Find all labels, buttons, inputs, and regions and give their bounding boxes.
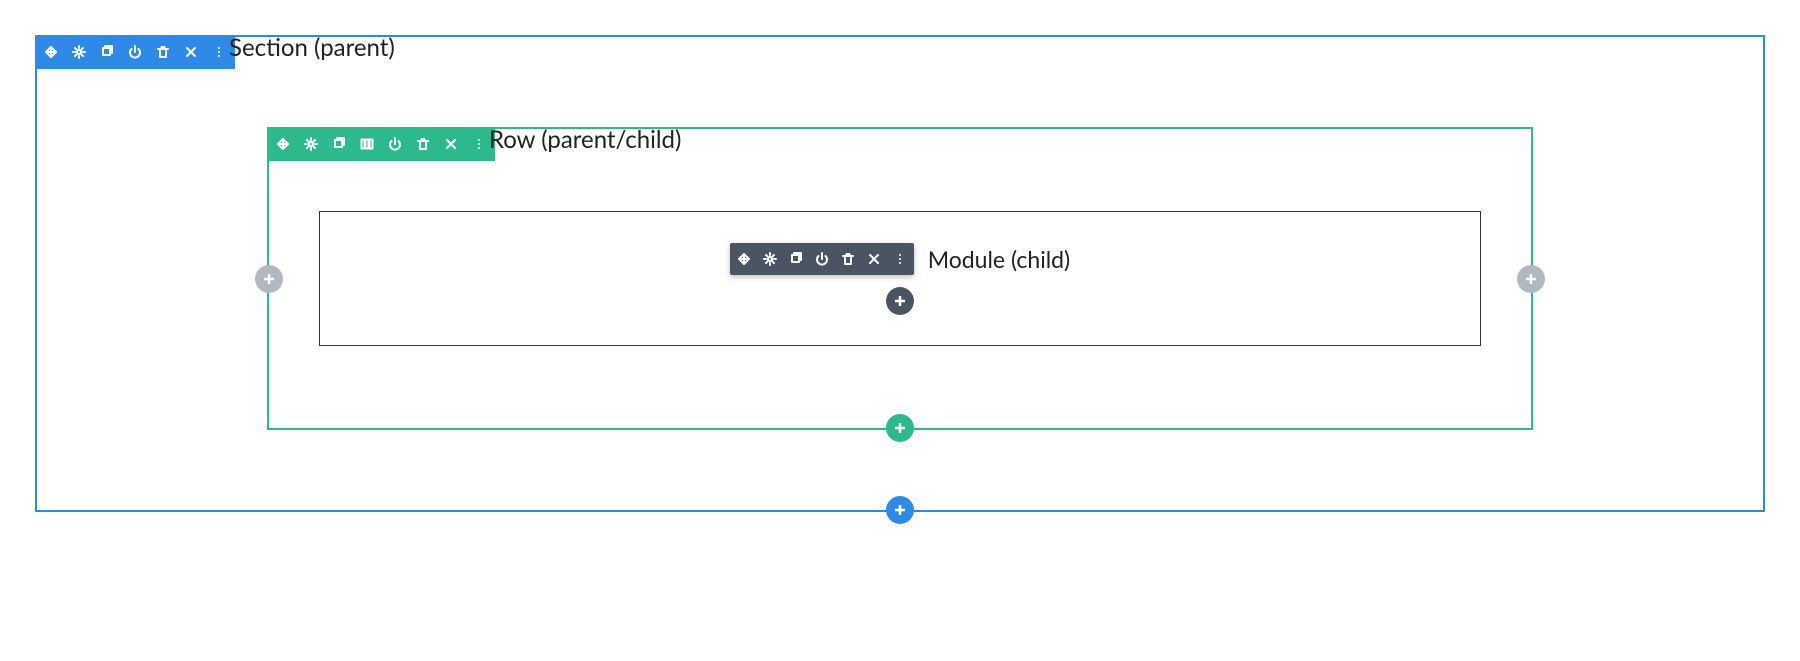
row-container: Row (parent/child) Module (child)	[267, 127, 1533, 430]
module-toolbar	[730, 243, 914, 275]
settings-icon[interactable]	[762, 251, 778, 267]
power-icon[interactable]	[387, 136, 403, 152]
power-icon[interactable]	[127, 44, 143, 60]
add-column-left-button[interactable]	[255, 265, 283, 293]
module-header: Module (child)	[730, 243, 1070, 275]
settings-icon[interactable]	[71, 44, 87, 60]
module-label: Module (child)	[928, 245, 1070, 273]
close-icon[interactable]	[866, 251, 882, 267]
columns-icon[interactable]	[359, 136, 375, 152]
duplicate-icon[interactable]	[788, 251, 804, 267]
power-icon[interactable]	[814, 251, 830, 267]
add-column-right-button[interactable]	[1517, 265, 1545, 293]
duplicate-icon[interactable]	[99, 44, 115, 60]
section-label: Section (parent)	[229, 33, 395, 62]
move-icon[interactable]	[736, 251, 752, 267]
settings-icon[interactable]	[303, 136, 319, 152]
add-module-button[interactable]	[886, 287, 914, 315]
close-icon[interactable]	[443, 136, 459, 152]
more-icon[interactable]	[471, 136, 487, 152]
move-icon[interactable]	[275, 136, 291, 152]
row-toolbar	[267, 127, 495, 161]
more-icon[interactable]	[211, 44, 227, 60]
close-icon[interactable]	[183, 44, 199, 60]
duplicate-icon[interactable]	[331, 136, 347, 152]
row-label: Row (parent/child)	[489, 125, 681, 154]
more-icon[interactable]	[892, 251, 908, 267]
module-container: Module (child)	[319, 211, 1481, 346]
section-container: Section (parent) Row (parent/child)	[35, 35, 1765, 512]
add-row-button[interactable]	[886, 414, 914, 442]
delete-icon[interactable]	[155, 44, 171, 60]
delete-icon[interactable]	[415, 136, 431, 152]
section-toolbar	[35, 35, 235, 69]
move-icon[interactable]	[43, 44, 59, 60]
add-section-button[interactable]	[886, 496, 914, 524]
delete-icon[interactable]	[840, 251, 856, 267]
